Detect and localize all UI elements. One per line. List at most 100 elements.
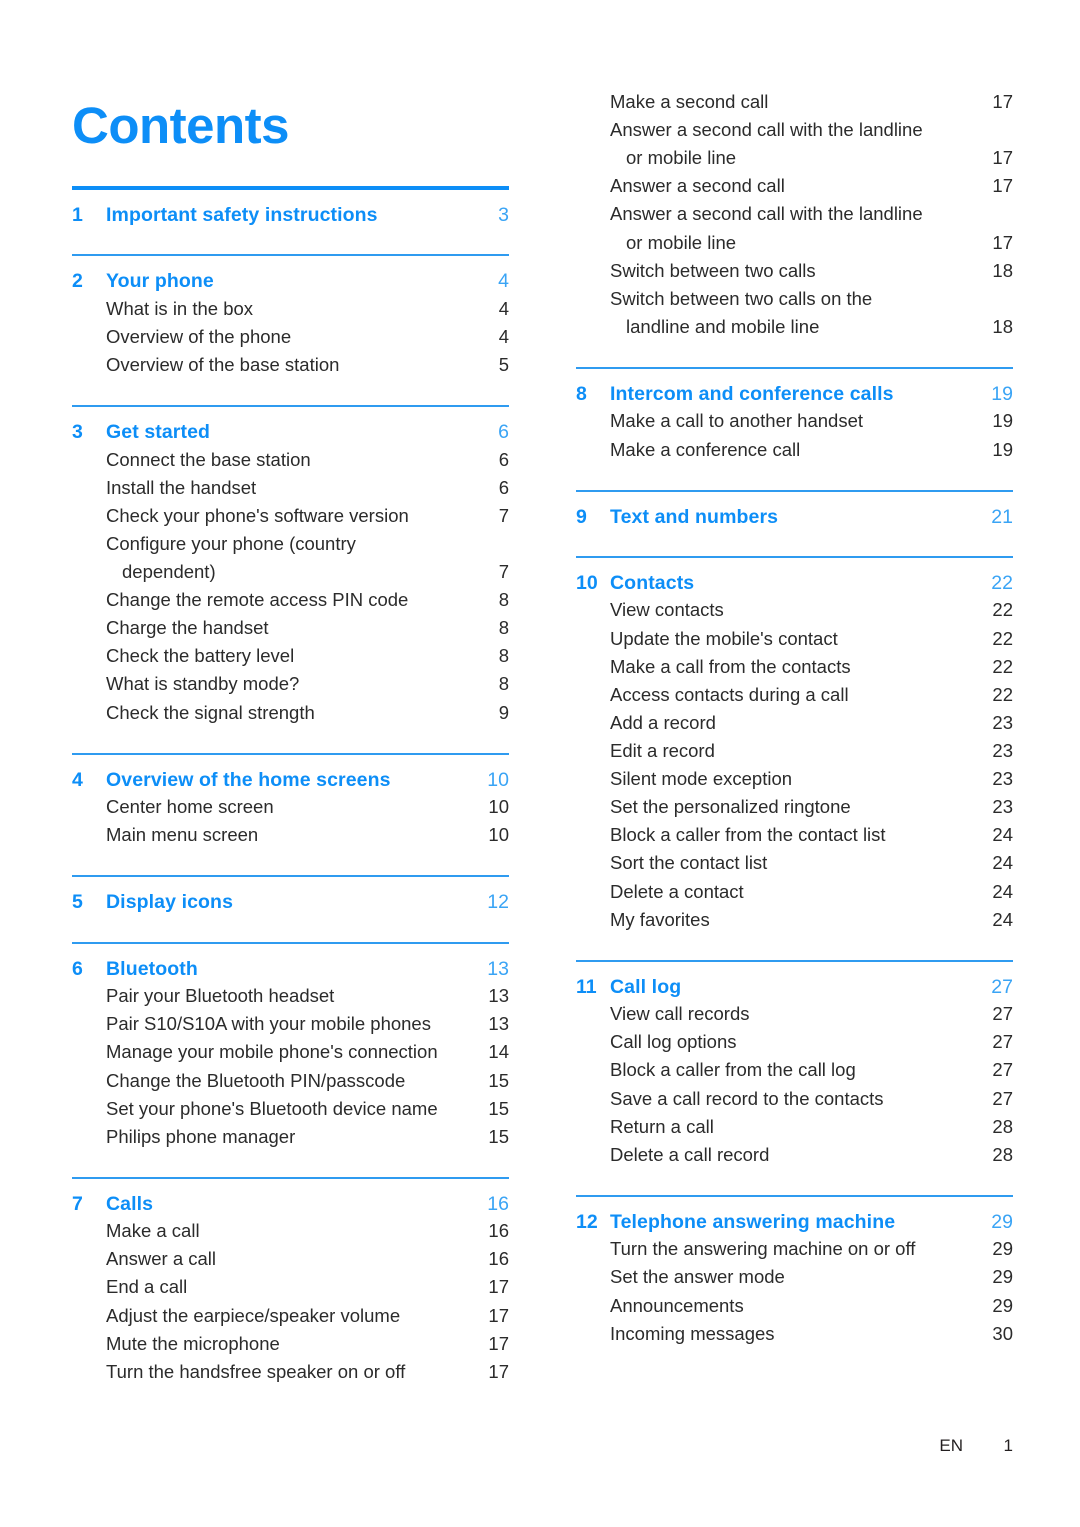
toc-subentry-page: 10: [488, 824, 509, 846]
toc-subentry[interactable]: Overview of the phone 4: [72, 323, 509, 351]
toc-subentry[interactable]: Pair S10/S10A with your mobile phones 13: [72, 1010, 509, 1038]
toc-subentry-label: Change the remote access PIN code: [106, 589, 409, 611]
toc-subentry[interactable]: Main menu screen 10: [72, 821, 509, 849]
toc-section-3[interactable]: 3 Get started 6: [72, 421, 509, 443]
toc-subentry[interactable]: Answer a call 16: [72, 1245, 509, 1273]
toc-section-spacer: [72, 1151, 509, 1177]
toc-subentry[interactable]: Save a call record to the contacts 27: [576, 1085, 1013, 1113]
toc-subentry[interactable]: Switch between two calls 18: [576, 257, 1013, 285]
toc-subentry[interactable]: Philips phone manager 15: [72, 1123, 509, 1151]
toc-subentry[interactable]: Return a call 28: [576, 1113, 1013, 1141]
toc-subentry[interactable]: Block a caller from the call log 27: [576, 1056, 1013, 1084]
toc-section-8[interactable]: 8 Intercom and conference calls 19: [576, 383, 1013, 405]
toc-subentry[interactable]: Delete a contact 24: [576, 878, 1013, 906]
toc-section-page: 6: [498, 421, 509, 444]
toc-subentry[interactable]: Answer a second call with the landline or…: [576, 116, 1013, 172]
toc-section-number: 8: [576, 382, 587, 405]
toc-subentry[interactable]: Connect the base station 6: [72, 446, 509, 474]
toc-section-10[interactable]: 10 Contacts 22: [576, 572, 1013, 594]
toc-section-12[interactable]: 12 Telephone answering machine 29: [576, 1211, 1013, 1233]
toc-subentry-page: 24: [992, 852, 1013, 874]
toc-subentry-page: 19: [992, 438, 1013, 460]
toc-subentry-page: 4: [498, 325, 509, 347]
toc-subentry[interactable]: Mute the microphone 17: [72, 1330, 509, 1358]
toc-subentry[interactable]: Answer a second call with the landline or…: [576, 200, 1013, 256]
toc-subentry[interactable]: Center home screen 10: [72, 793, 509, 821]
toc-subentry[interactable]: Switch between two calls on the landline …: [576, 285, 1013, 341]
toc-section-5[interactable]: 5 Display icons 12: [72, 891, 509, 913]
toc-subentry[interactable]: Silent mode exception 23: [576, 765, 1013, 793]
toc-section-1[interactable]: 1 Important safety instructions 3: [72, 204, 509, 226]
toc-subentry-page: 14: [488, 1041, 509, 1063]
toc-subentry[interactable]: Manage your mobile phone's connection 14: [72, 1038, 509, 1066]
toc-subentry[interactable]: End a call 17: [72, 1273, 509, 1301]
toc-subentry[interactable]: Charge the handset 8: [72, 614, 509, 642]
toc-subentry[interactable]: Sort the contact list 24: [576, 849, 1013, 877]
toc-section-6[interactable]: 6 Bluetooth 13: [72, 958, 509, 980]
toc-subentry[interactable]: Turn the handsfree speaker on or off 17: [72, 1358, 509, 1386]
toc-subentry-label: Answer a second call with the landline or…: [610, 116, 987, 172]
toc-section-page: 27: [991, 975, 1013, 998]
toc-subentry[interactable]: Access contacts during a call 22: [576, 681, 1013, 709]
toc-subentry-page: 22: [992, 599, 1013, 621]
toc-section-4[interactable]: 4 Overview of the home screens 10: [72, 769, 509, 791]
toc-subentry[interactable]: Check the signal strength 9: [72, 699, 509, 727]
toc-section-11[interactable]: 11 Call log 27: [576, 976, 1013, 998]
toc-subentry[interactable]: Change the remote access PIN code 8: [72, 586, 509, 614]
toc-section-2[interactable]: 2 Your phone 4: [72, 270, 509, 292]
toc-subentry-label: Answer a second call: [610, 175, 785, 197]
toc-subentry-label: Turn the handsfree speaker on or off: [106, 1360, 406, 1382]
toc-subentry[interactable]: Announcements 29: [576, 1292, 1013, 1320]
toc-subentry[interactable]: What is in the box 4: [72, 295, 509, 323]
toc-subentry[interactable]: Configure your phone (country dependent) 7: [72, 530, 509, 586]
toc-subentry-label: Pair S10/S10A with your mobile phones: [106, 1013, 431, 1035]
page-footer: EN 1: [576, 1436, 1013, 1456]
toc-subentry-label-continued: or mobile line: [626, 231, 737, 253]
toc-subentry[interactable]: Delete a call record 28: [576, 1141, 1013, 1169]
toc-subentry-label: Incoming messages: [610, 1322, 775, 1344]
toc-subentry[interactable]: Check your phone's software version 7: [72, 502, 509, 530]
toc-subentry[interactable]: My favorites 24: [576, 906, 1013, 934]
toc-subentry-page: 6: [498, 448, 509, 470]
toc-subentry[interactable]: Make a conference call 19: [576, 436, 1013, 464]
toc-subentry[interactable]: Install the handset 6: [72, 474, 509, 502]
toc-section-spacer: [72, 228, 509, 254]
toc-subentry[interactable]: Update the mobile's contact 22: [576, 625, 1013, 653]
toc-section-9[interactable]: 9 Text and numbers 21: [576, 506, 1013, 528]
toc-subentry-label: Set your phone's Bluetooth device name: [106, 1097, 438, 1119]
toc-subentry-page: 27: [992, 1087, 1013, 1109]
toc-subentry[interactable]: Set the answer mode 29: [576, 1263, 1013, 1291]
toc-subentry[interactable]: Edit a record 23: [576, 737, 1013, 765]
toc-subentry-page: 24: [992, 880, 1013, 902]
toc-subentry[interactable]: Incoming messages 30: [576, 1320, 1013, 1348]
toc-subentry[interactable]: Answer a second call 17: [576, 172, 1013, 200]
toc-subentry-page: 6: [498, 476, 509, 498]
toc-subentry[interactable]: Adjust the earpiece/speaker volume 17: [72, 1302, 509, 1330]
toc-section-title: Important safety instructions: [106, 204, 378, 226]
toc-subentry-page: 29: [992, 1266, 1013, 1288]
toc-subentry[interactable]: Pair your Bluetooth headset 13: [72, 982, 509, 1010]
toc-subentry[interactable]: Make a call to another handset 19: [576, 407, 1013, 435]
toc-subentry[interactable]: Block a caller from the contact list 24: [576, 821, 1013, 849]
toc-subentry[interactable]: What is standby mode? 8: [72, 670, 509, 698]
toc-subentry[interactable]: Change the Bluetooth PIN/passcode 15: [72, 1067, 509, 1095]
toc-subentry-page: 24: [992, 824, 1013, 846]
toc-subentry[interactable]: View contacts 22: [576, 596, 1013, 624]
toc-subentry[interactable]: Check the battery level 8: [72, 642, 509, 670]
toc-subentry[interactable]: Make a call from the contacts 22: [576, 653, 1013, 681]
toc-subentry[interactable]: Make a second call 17: [576, 88, 1013, 116]
toc-subentry[interactable]: Call log options 27: [576, 1028, 1013, 1056]
toc-section-number: 12: [576, 1210, 598, 1233]
toc-subentry[interactable]: Set your phone's Bluetooth device name 15: [72, 1095, 509, 1123]
toc-subentry[interactable]: Add a record 23: [576, 709, 1013, 737]
toc-section-divider: [576, 959, 1013, 962]
toc-subentry-label: Main menu screen: [106, 824, 259, 846]
toc-subentry[interactable]: Set the personalized ringtone 23: [576, 793, 1013, 821]
toc-subentry-label: Charge the handset: [106, 617, 269, 639]
toc-subentry[interactable]: Make a call 16: [72, 1217, 509, 1245]
toc-subentry[interactable]: View call records 27: [576, 1000, 1013, 1028]
toc-subentry[interactable]: Turn the answering machine on or off 29: [576, 1235, 1013, 1263]
toc-subentry[interactable]: Overview of the base station 5: [72, 351, 509, 379]
toc-subentry-page: 9: [498, 701, 509, 723]
toc-section-7[interactable]: 7 Calls 16: [72, 1193, 509, 1215]
